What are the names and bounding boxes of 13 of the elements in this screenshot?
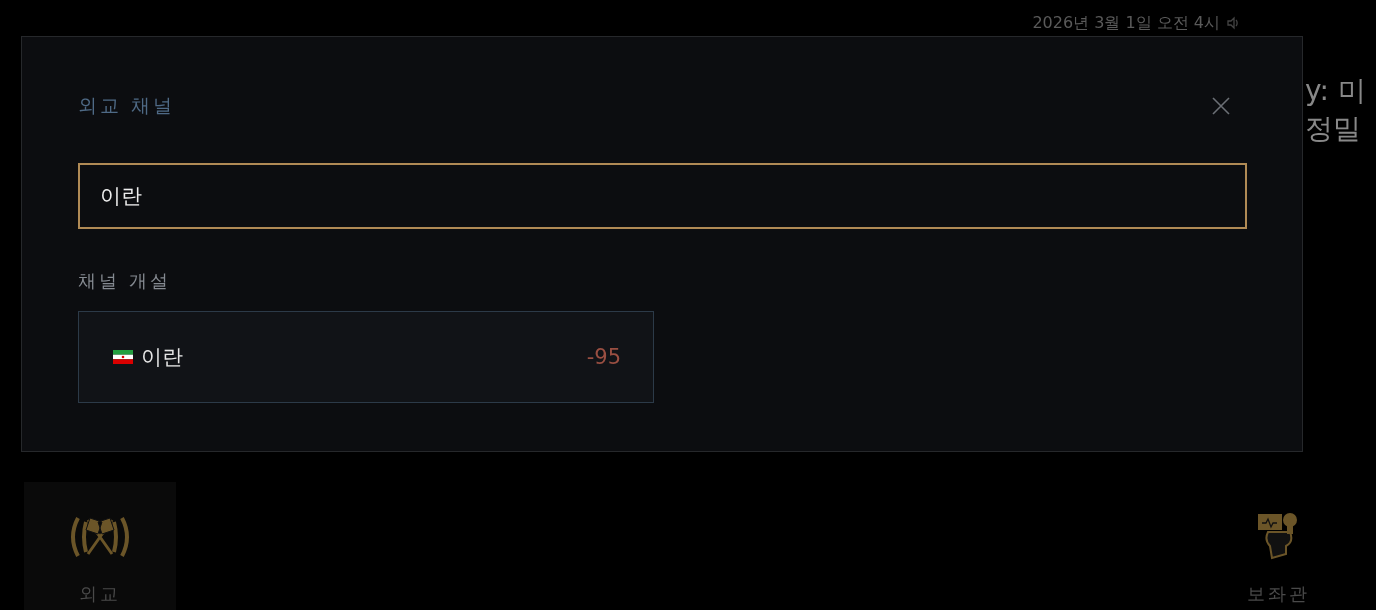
- timestamp: 2026년 3월 1일 오전 4시: [1032, 13, 1220, 33]
- country-card[interactable]: 이란 -95: [78, 311, 654, 403]
- search-field[interactable]: 이란: [78, 163, 1247, 229]
- close-icon[interactable]: [1212, 97, 1230, 115]
- country-name: 이란: [141, 344, 183, 371]
- head-lightbulb-icon: [1256, 510, 1300, 562]
- speaker-icon[interactable]: [1226, 16, 1240, 30]
- section-label: 채널 개설: [78, 269, 172, 293]
- dialog-title: 외교 채널: [78, 93, 176, 118]
- flag-icon: [113, 350, 133, 364]
- relation-score: -95: [586, 345, 621, 369]
- headline-text: 정밀: [1305, 111, 1362, 147]
- headline-text: y: 미: [1305, 73, 1367, 109]
